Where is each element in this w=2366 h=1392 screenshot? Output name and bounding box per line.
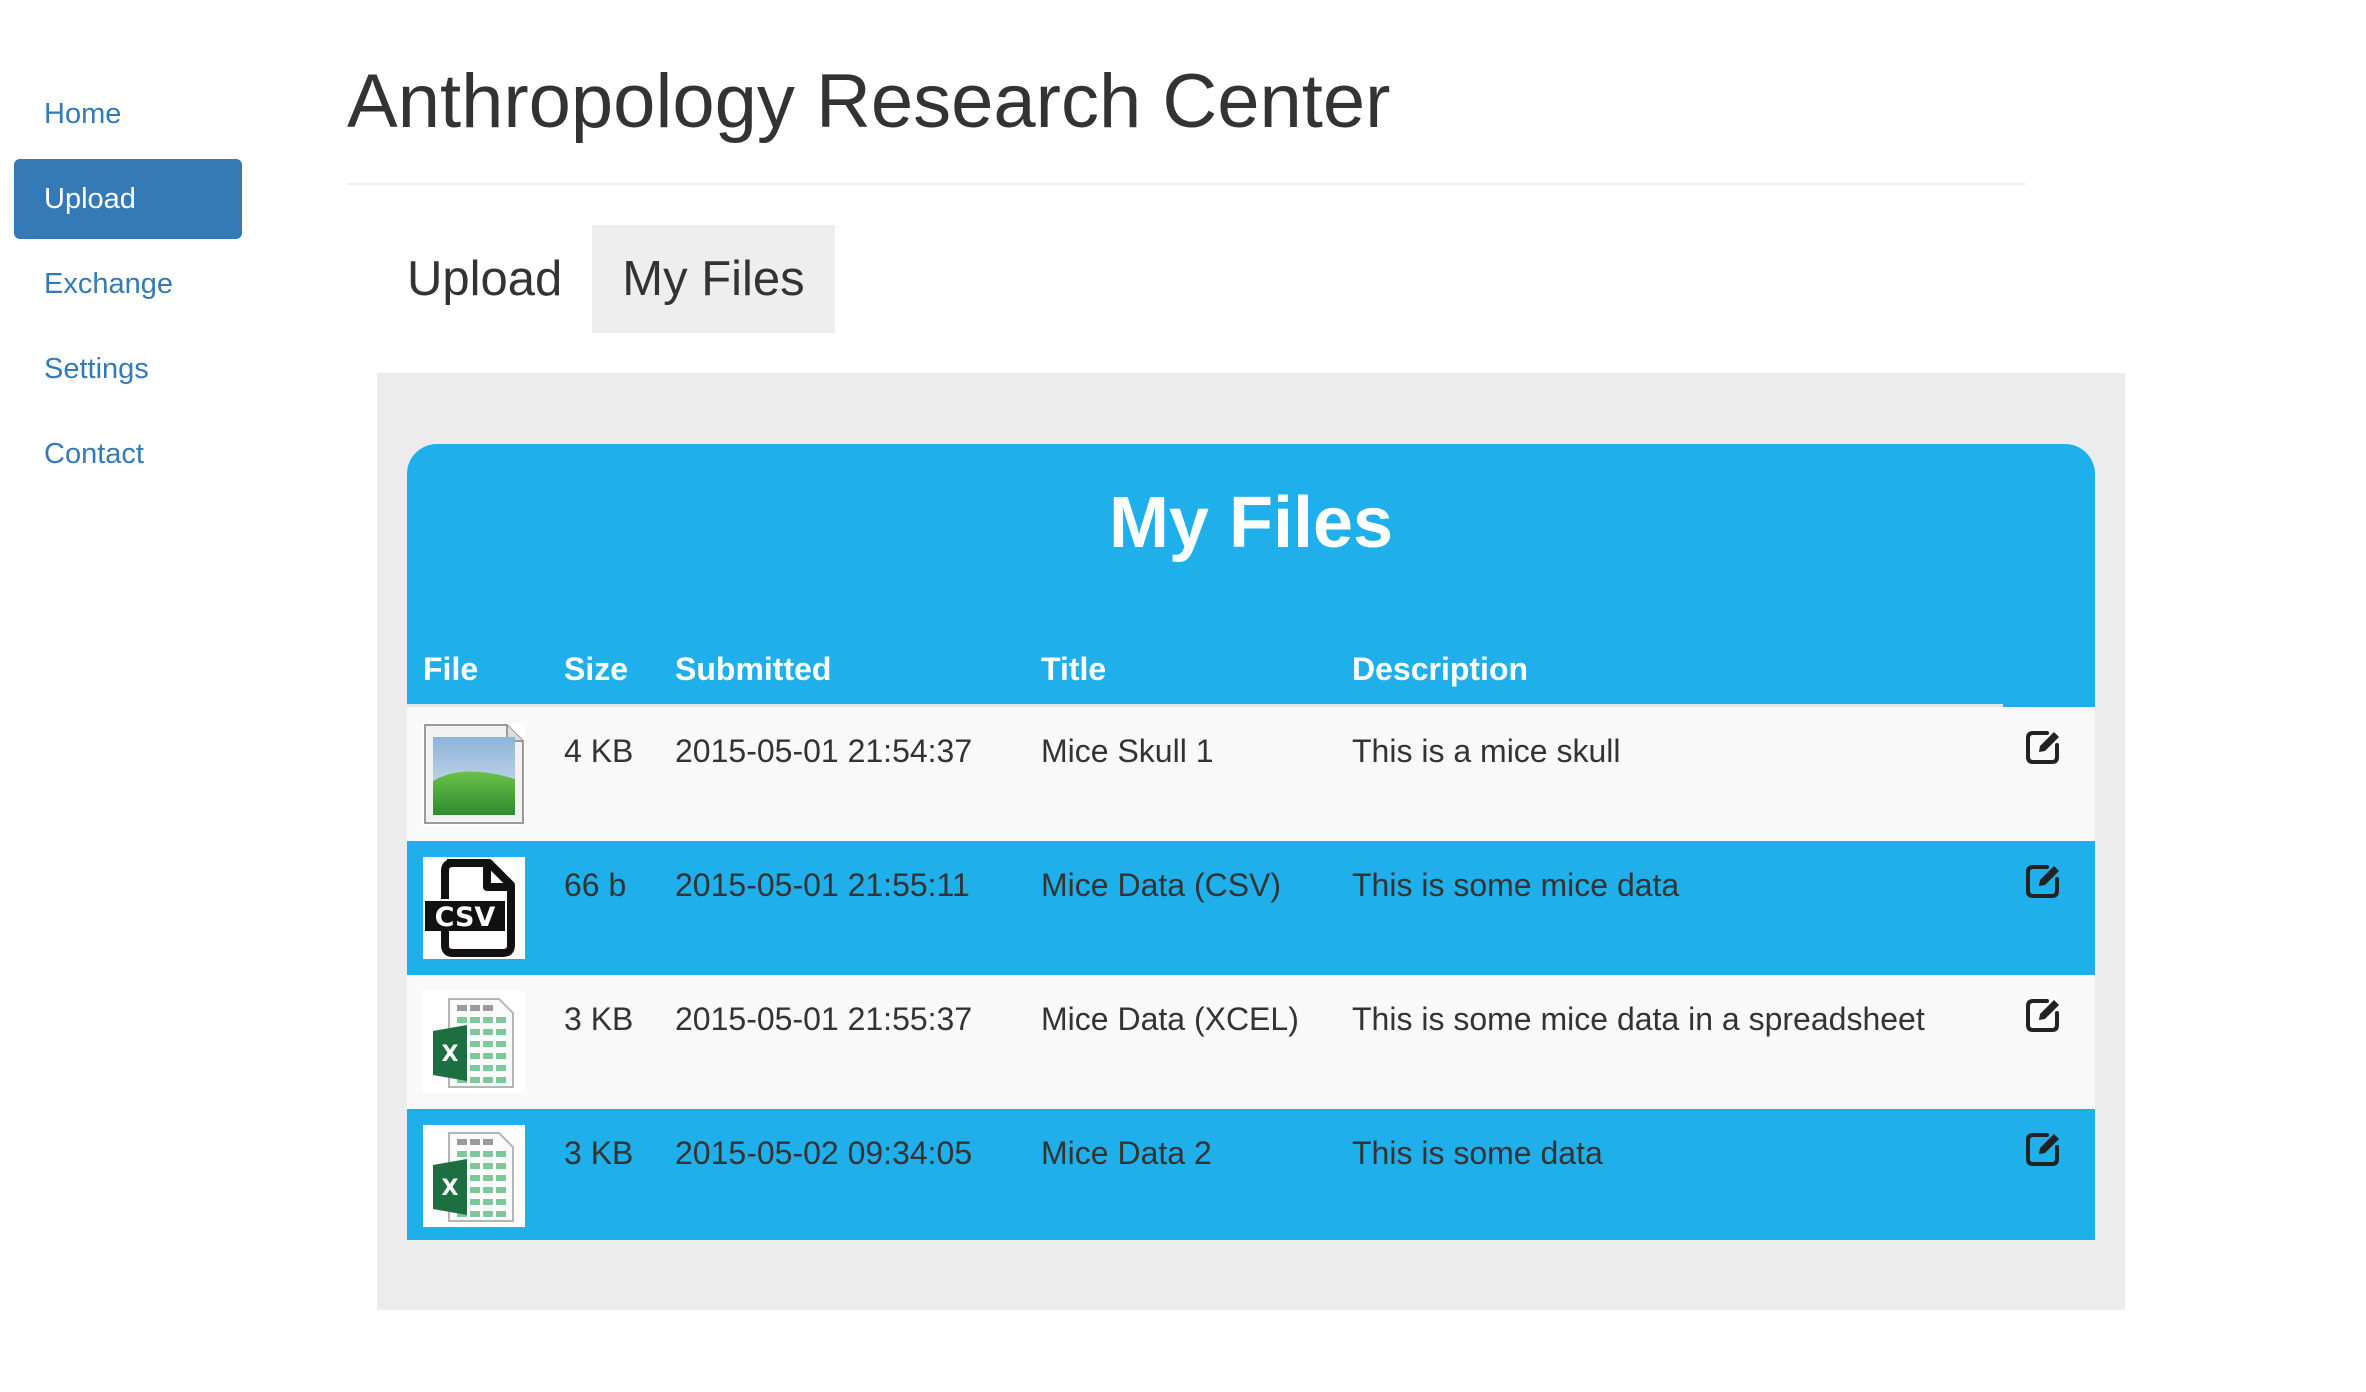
excel-icon-label: X — [442, 1042, 459, 1067]
edit-icon[interactable] — [2023, 861, 2063, 901]
file-submitted: 2015-05-01 21:55:11 — [675, 867, 970, 903]
file-title: Mice Data (XCEL) — [1041, 1001, 1299, 1037]
excel-file-icon[interactable]: X — [423, 991, 525, 1093]
file-description: This is a mice skull — [1352, 733, 1621, 769]
file-size: 66 b — [564, 867, 627, 903]
column-header-file: File — [423, 651, 479, 687]
tab-my-files[interactable]: My Files — [592, 225, 835, 333]
table-row: X 3 KB 2015-05-02 09:34:05 Mice Data 2 T… — [407, 1109, 2095, 1240]
file-description: This is some data — [1352, 1135, 1603, 1171]
file-description: This is some mice data — [1352, 867, 1680, 903]
table-row: 4 KB 2015-05-01 21:54:37 Mice Skull 1 Th… — [407, 707, 2095, 841]
csv-icon-label: CSV — [435, 902, 496, 933]
file-submitted: 2015-05-02 09:34:05 — [675, 1135, 973, 1171]
table-row: X 3 KB 2015-05-01 21:55:37 Mice Data (XC… — [407, 975, 2095, 1109]
file-size: 3 KB — [564, 1001, 634, 1037]
sidebar-item-upload[interactable]: Upload — [14, 159, 242, 239]
file-title: Mice Data 2 — [1041, 1135, 1212, 1171]
tab-upload[interactable]: Upload — [377, 225, 592, 333]
sidebar-item-settings[interactable]: Settings — [14, 329, 242, 409]
sidebar-item-contact[interactable]: Contact — [14, 414, 242, 494]
tab-bar: Upload My Files — [377, 225, 835, 333]
file-submitted: 2015-05-01 21:54:37 — [675, 733, 973, 769]
file-title: Mice Skull 1 — [1041, 733, 1214, 769]
image-file-icon[interactable] — [423, 723, 525, 825]
tab-content-panel: My Files File Size Submitted Title Descr… — [377, 373, 2125, 1310]
file-size: 3 KB — [564, 1135, 634, 1171]
file-description: This is some mice data in a spreadsheet — [1352, 1001, 1925, 1037]
card-title: My Files — [1108, 483, 1394, 563]
sidebar-item-home[interactable]: Home — [14, 74, 242, 154]
csv-file-icon[interactable]: CSV — [423, 857, 525, 959]
files-table-body: 4 KB 2015-05-01 21:54:37 Mice Skull 1 Th… — [407, 707, 2095, 1240]
edit-icon[interactable] — [2023, 727, 2063, 767]
column-header-description: Description — [1352, 651, 1529, 687]
column-header-title: Title — [1041, 651, 1107, 687]
sidebar-nav: Home Upload Exchange Settings Contact — [14, 74, 242, 499]
header-divider — [347, 183, 2025, 185]
file-size: 4 KB — [564, 733, 634, 769]
file-submitted: 2015-05-01 21:55:37 — [675, 1001, 973, 1037]
column-header-size: Size — [564, 651, 629, 687]
sidebar-item-exchange[interactable]: Exchange — [14, 244, 242, 324]
page-title: Anthropology Research Center — [347, 59, 1391, 144]
table-row: CSV 66 b 2015-05-01 21:55:11 Mice Data (… — [407, 841, 2095, 975]
edit-icon[interactable] — [2023, 1129, 2063, 1169]
my-files-card: My Files File Size Submitted Title Descr… — [407, 444, 2095, 1240]
edit-icon[interactable] — [2023, 995, 2063, 1035]
file-title: Mice Data (CSV) — [1041, 867, 1282, 903]
excel-icon-label: X — [442, 1176, 459, 1201]
column-header-submitted: Submitted — [675, 651, 832, 687]
excel-file-icon[interactable]: X — [423, 1125, 525, 1227]
table-header: File Size Submitted Title Description — [407, 644, 2095, 694]
